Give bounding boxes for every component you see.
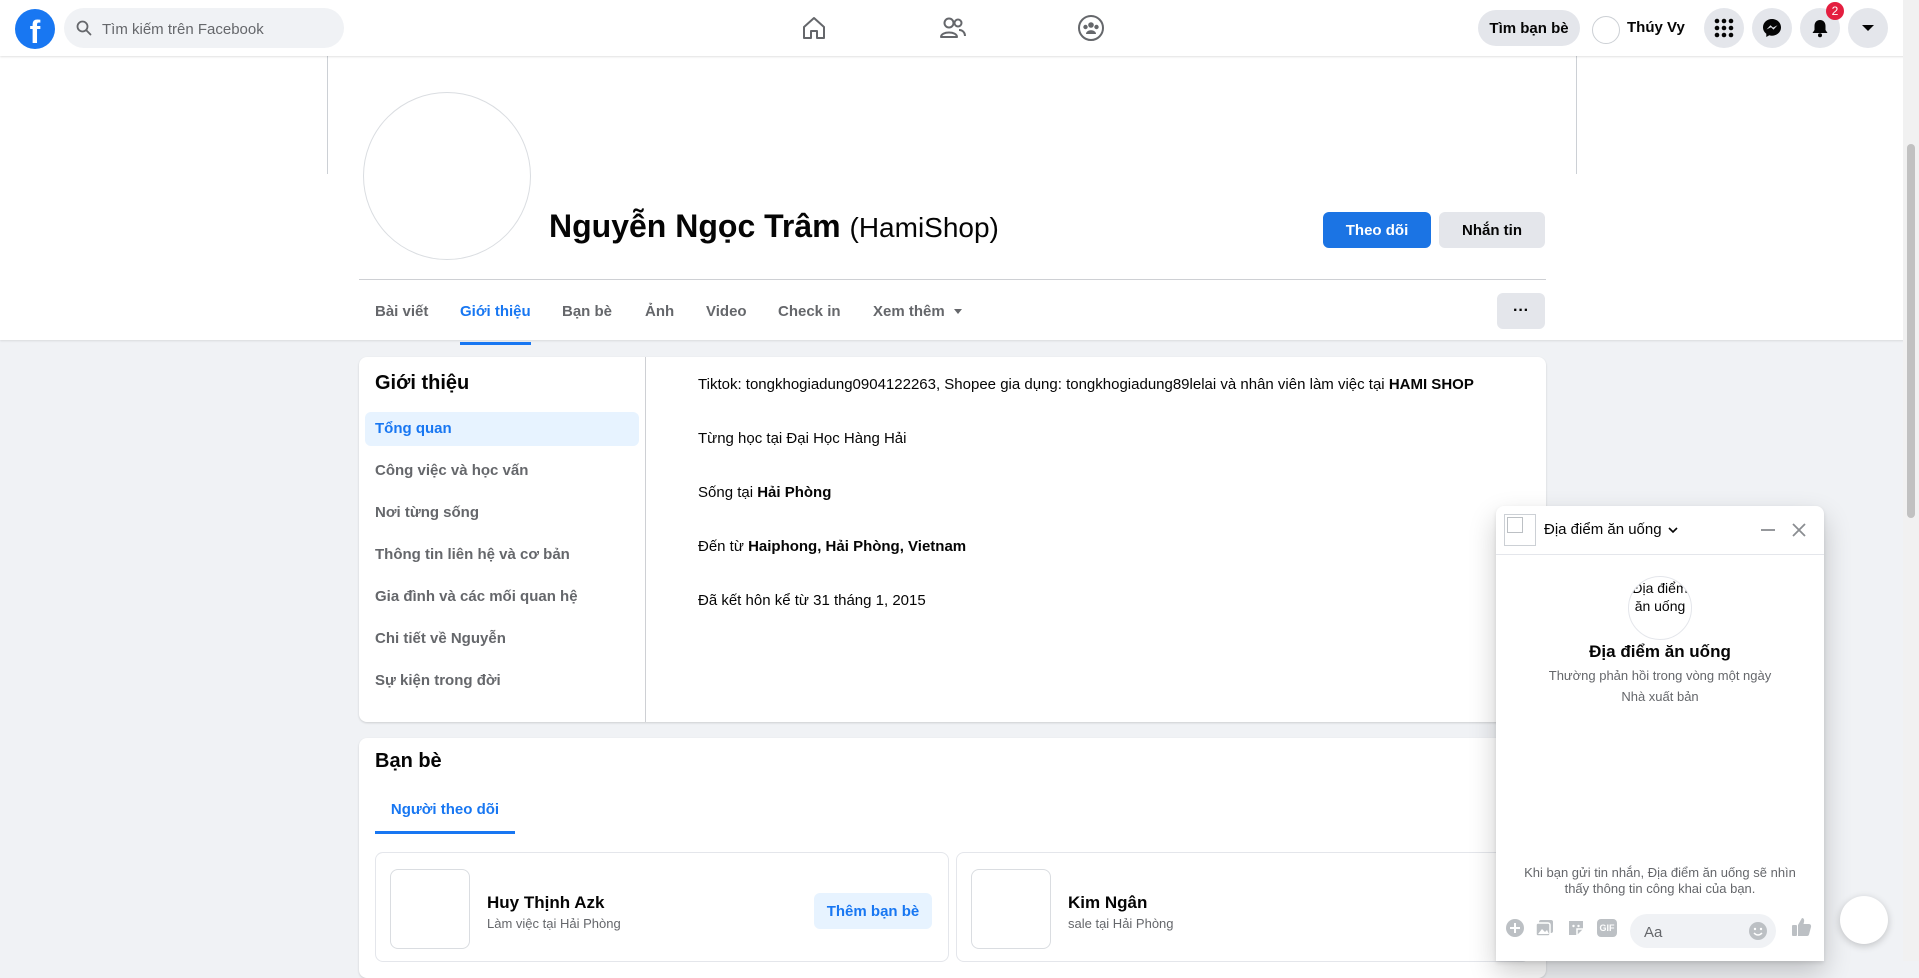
info-work-text: Tiktok: tongkhogiadung0904122263, Shopee… — [698, 376, 1389, 393]
about-menu-contact-info[interactable]: Thông tin liên hệ và cơ bản — [365, 538, 639, 572]
follow-button[interactable]: Theo dõi — [1323, 212, 1431, 248]
find-friends-button[interactable]: Tìm bạn bè — [1478, 10, 1580, 46]
chat-page-thumbnail[interactable] — [1504, 514, 1536, 546]
gif-icon[interactable]: GIF — [1596, 917, 1618, 939]
tab-videos[interactable]: Video — [706, 286, 747, 342]
chevron-down-icon — [1668, 527, 1678, 534]
chat-title[interactable]: Địa điểm ăn uống — [1544, 521, 1678, 538]
friends-icon[interactable] — [933, 10, 973, 46]
user-profile-button[interactable]: Thúy Vy — [1588, 10, 1686, 46]
friends-title: Bạn bè — [375, 750, 442, 772]
about-title: Giới thiệu — [375, 372, 470, 394]
info-work-employer[interactable]: HAMI SHOP — [1389, 376, 1474, 393]
profile-divider — [359, 279, 1546, 280]
about-vertical-divider — [645, 357, 646, 722]
chat-page-avatar[interactable]: Địa điểm ăn uống — [1628, 576, 1692, 640]
profile-alternate-name: (HamiShop) — [849, 212, 999, 243]
cover-edge-right — [1576, 56, 1577, 174]
info-education-text: Từng học tại Đại Học Hàng Hải — [698, 430, 907, 447]
info-from-place[interactable]: Haiphong, Hải Phòng, Vietnam — [748, 538, 966, 555]
chat-message-input[interactable] — [1642, 914, 1746, 950]
chat-header: Địa điểm ăn uống — [1496, 506, 1824, 555]
about-menu-places-lived[interactable]: Nơi từng sống — [365, 496, 639, 530]
info-education: Từng học tại Đại Học Hàng Hải — [698, 430, 906, 447]
friend-avatar[interactable] — [390, 869, 470, 949]
tab-see-more[interactable]: Xem thêm — [873, 286, 963, 342]
friend-subtitle: Làm việc tại Hải Phòng — [487, 916, 621, 931]
profile-name: Nguyễn Ngọc Trâm (HamiShop) — [549, 208, 999, 245]
tab-check-in[interactable]: Check in — [778, 286, 841, 342]
info-relationship: Đã kết hôn kể từ 31 tháng 1, 2015 — [698, 592, 926, 609]
chat-response-time: Thường phản hồi trong vòng một ngày — [1548, 668, 1772, 683]
sticker-icon[interactable] — [1565, 917, 1587, 939]
emoji-icon[interactable] — [1748, 921, 1768, 941]
tab-friends[interactable]: Bạn bè — [562, 286, 612, 342]
info-work: Tiktok: tongkhogiadung0904122263, Shopee… — [698, 376, 1474, 393]
facebook-logo-icon[interactable]: f — [15, 9, 55, 49]
tab-followers[interactable]: Người theo dõi — [375, 790, 515, 834]
page-scrollbar[interactable] — [1903, 0, 1919, 961]
close-icon[interactable] — [1791, 522, 1807, 538]
about-menu-work-education[interactable]: Công việc và học vấn — [365, 454, 639, 488]
scrollbar-thumb[interactable] — [1907, 144, 1915, 518]
friend-name[interactable]: Huy Thịnh Azk — [487, 893, 604, 913]
profile-name-text: Nguyễn Ngọc Trâm — [549, 208, 841, 244]
photo-icon[interactable] — [1534, 917, 1556, 939]
tab-see-more-label: Xem thêm — [873, 303, 945, 320]
tab-photos[interactable]: Ảnh — [645, 286, 674, 342]
chat-page-name[interactable]: Địa điểm ăn uống — [1496, 642, 1824, 662]
gif-icon-label: GIF — [1597, 919, 1617, 937]
info-from-text: Đến từ — [698, 538, 749, 555]
search-input[interactable] — [100, 8, 334, 50]
account-menu-chevron-icon[interactable] — [1848, 8, 1888, 48]
friend-card: Huy Thịnh Azk Làm việc tại Hải Phòng Thê… — [375, 852, 949, 962]
add-friend-button[interactable]: Thêm bạn bè — [814, 893, 932, 929]
messenger-icon[interactable] — [1752, 8, 1792, 48]
about-menu-details[interactable]: Chi tiết về Nguyễn — [365, 622, 639, 656]
friend-name[interactable]: Kim Ngân — [1068, 893, 1147, 913]
info-lives-in: Sống tại Hải Phòng — [698, 484, 831, 501]
friend-card: Kim Ngân sale tại Hải Phòng — [956, 852, 1530, 962]
menu-grid-icon[interactable] — [1704, 8, 1744, 48]
search-box[interactable] — [64, 8, 344, 50]
chat-page-role: Nhà xuất bản — [1621, 689, 1699, 704]
info-lives-in-place[interactable]: Hải Phòng — [757, 484, 831, 501]
chat-title-text: Địa điểm ăn uống — [1544, 521, 1662, 538]
caret-down-icon — [953, 309, 962, 314]
tab-about[interactable]: Giới thiệu — [460, 286, 531, 345]
chat-privacy-note: Khi bạn gửi tin nhắn, Địa điểm ăn uống s… — [1524, 865, 1796, 896]
groups-icon[interactable] — [1071, 10, 1111, 46]
info-from: Đến từ Haiphong, Hải Phòng, Vietnam — [698, 538, 966, 555]
new-message-button[interactable] — [1840, 896, 1888, 944]
cover-edge-left — [327, 56, 328, 174]
message-button[interactable]: Nhắn tin — [1439, 212, 1545, 248]
tab-posts[interactable]: Bài viết — [375, 286, 428, 342]
home-icon[interactable] — [794, 10, 834, 46]
user-name: Thúy Vy — [1627, 19, 1685, 36]
profile-picture[interactable] — [363, 92, 531, 260]
user-avatar — [1592, 16, 1620, 44]
about-menu-overview[interactable]: Tổng quan — [365, 412, 639, 446]
like-thumbs-up-icon[interactable] — [1790, 915, 1814, 939]
friend-avatar[interactable] — [971, 869, 1051, 949]
minimize-icon[interactable] — [1760, 522, 1776, 538]
more-options-button[interactable]: ··· — [1497, 293, 1545, 329]
about-menu-family-relationships[interactable]: Gia đình và các mối quan hệ — [365, 580, 639, 614]
info-relationship-text: Đã kết hôn kể từ 31 tháng 1, 2015 — [698, 592, 926, 609]
plus-circle-icon[interactable] — [1504, 917, 1526, 939]
chat-message-box[interactable] — [1630, 914, 1776, 950]
friend-subtitle: sale tại Hải Phòng — [1068, 916, 1174, 931]
top-bar: f Tìm bạn bè Thúy Vy 2 — [0, 0, 1919, 56]
search-icon — [76, 20, 92, 36]
about-menu-life-events[interactable]: Sự kiện trong đời — [365, 664, 639, 698]
info-lives-in-text: Sống tại — [698, 484, 758, 501]
notification-count-badge: 2 — [1826, 2, 1844, 20]
chat-window: Địa điểm ăn uống Địa điểm ăn uống Địa đi… — [1496, 506, 1824, 961]
